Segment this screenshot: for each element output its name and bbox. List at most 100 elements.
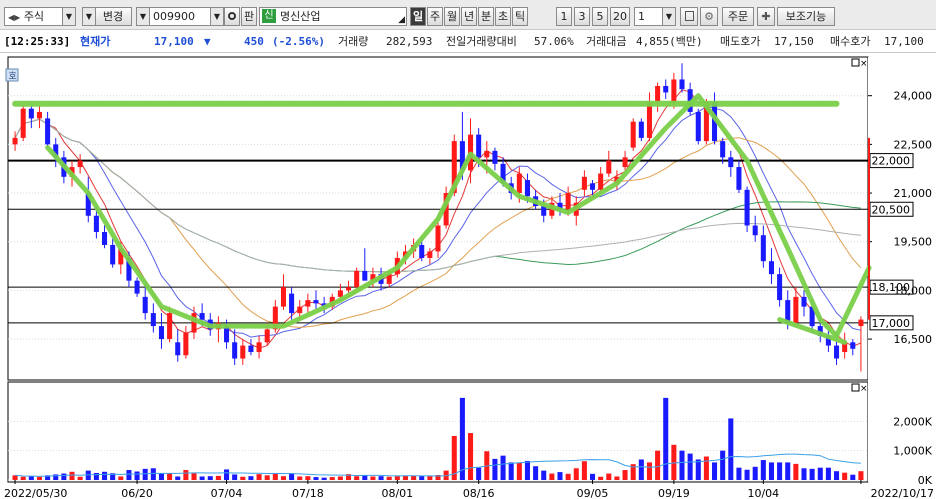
volume-panel-close-icon[interactable]: × (860, 384, 868, 394)
candle-body (524, 180, 530, 197)
candle-body (167, 313, 173, 340)
volume-bar (419, 475, 425, 480)
period-day-tab[interactable]: 일 (410, 7, 426, 26)
interval-1-label: 1 (560, 10, 568, 23)
price-change-pct: (-2.56%) (272, 35, 325, 48)
volume-bar (167, 473, 173, 480)
candle-body (858, 319, 864, 327)
candle-body (240, 345, 246, 359)
interval-5-button[interactable]: 5 (592, 7, 608, 26)
volume-value: 282,593 (386, 35, 433, 48)
volume-bar (370, 476, 376, 480)
candle-body (150, 313, 156, 327)
volume-bar (321, 477, 327, 480)
interval-3-label: 3 (578, 10, 586, 23)
candle-body (28, 108, 34, 119)
stock-name-field[interactable]: 신 명신산업 ◢ (259, 7, 407, 26)
volume-bar (720, 450, 726, 480)
date-label: 09/05 (577, 487, 609, 499)
price-tick-label: 22,500 (894, 138, 933, 151)
volume-bar (663, 397, 669, 480)
volume-bar (468, 433, 474, 480)
stock-code: 009900 (153, 10, 195, 23)
history-icon: ▼ (137, 8, 150, 25)
period-week-tab[interactable]: 주 (427, 7, 443, 26)
date-axis: 2022/05/30 06/20 07/04 07/18 08/01 08/16 09/05… (4, 480, 934, 499)
change-button[interactable]: ▼ 변경 (82, 7, 132, 26)
candle-body (655, 85, 661, 103)
period-year-tab[interactable]: 년 (461, 7, 477, 26)
volume-bar (199, 476, 205, 480)
period-minute-tab[interactable]: 분 (478, 7, 494, 26)
price-tick-label: 24,000 (894, 90, 933, 103)
market-select[interactable]: ◀▶ 주식 ▼ (4, 7, 76, 26)
date-label: 06/20 (121, 487, 153, 499)
period-tick-tab[interactable]: 틱 (512, 7, 528, 26)
volume-bar (93, 472, 99, 480)
period-second-tab[interactable]: 초 (495, 7, 511, 26)
stock-chart[interactable]: 호 × × 22,00020,50018,10017,000 24,00022,… (0, 56, 936, 499)
volume-bar (712, 462, 718, 480)
volume-bar (264, 475, 270, 480)
volume-bar (69, 471, 75, 480)
volume-bar (785, 462, 791, 480)
stock-name: 명신산업 (280, 10, 321, 23)
volume-bar (224, 469, 230, 480)
volume-bar (337, 476, 343, 480)
market-selector-icon: ◀▶ (8, 13, 21, 22)
volume-bar (622, 470, 628, 480)
candle-body (419, 244, 425, 258)
candle-body (297, 306, 303, 314)
count-value: 1 (638, 10, 645, 23)
aux-function-button[interactable]: 보조기능 (777, 7, 835, 26)
interval-3-button[interactable]: 3 (574, 7, 590, 26)
volume-bar (280, 476, 286, 480)
count-select[interactable]: 1 ▼ (634, 7, 676, 26)
candle-body (728, 157, 734, 168)
stock-code-input[interactable]: ▼ 009900 ▼ (136, 7, 224, 26)
prev-volume-label: 전일거래량대비 (446, 35, 517, 48)
volume-bar (777, 462, 783, 480)
date-label: 08/01 (381, 487, 413, 499)
volume-bar (614, 476, 620, 480)
date-label: 10/04 (747, 487, 779, 499)
period-month-tab[interactable]: 월 (444, 7, 460, 26)
volume-bar (524, 460, 530, 480)
volume-bar (541, 470, 547, 480)
add-button[interactable]: ✚ (757, 7, 775, 26)
settings-button[interactable]: ⚙ (700, 7, 718, 26)
chart-area[interactable]: 호 × × 22,000 20,500 18,100 17,000 24,000 22,… (0, 56, 936, 499)
interval-1-button[interactable]: 1 (556, 7, 572, 26)
volume-bar (289, 473, 295, 480)
volume-bar (61, 473, 67, 480)
volume-bar (36, 476, 42, 480)
volume-panel-minimize-icon[interactable] (851, 383, 860, 392)
candle-body (598, 173, 604, 190)
volume-bar (793, 463, 799, 480)
interval-20-button[interactable]: 20 (610, 7, 630, 26)
order-button[interactable]: 주문 (722, 7, 754, 26)
search-icon (228, 12, 236, 20)
volume-bar (150, 468, 156, 480)
pan-button[interactable]: 판 (241, 7, 257, 26)
volume-bar (695, 459, 701, 480)
save-button[interactable] (680, 7, 698, 26)
candle-body (158, 326, 164, 340)
ask-label: 매도호가 (720, 35, 761, 48)
candle-body (354, 270, 360, 288)
interval-5-label: 5 (596, 10, 604, 23)
volume-bar (760, 460, 766, 480)
volume-tick-label: 2,000K (893, 415, 932, 428)
date-label: 2022/10/17 (871, 487, 934, 499)
credit-badge: 신 (262, 9, 276, 23)
candle-body (346, 287, 352, 291)
price-panel-close-icon[interactable]: × (860, 59, 868, 69)
search-button[interactable] (224, 7, 240, 26)
volume-bar (256, 474, 262, 480)
candle-body (427, 251, 433, 258)
volume-bar (232, 474, 238, 480)
price-panel-minimize-icon[interactable] (851, 58, 860, 67)
volume-bar (354, 476, 360, 480)
volume-bar (175, 476, 181, 480)
volume-bar (183, 470, 189, 480)
